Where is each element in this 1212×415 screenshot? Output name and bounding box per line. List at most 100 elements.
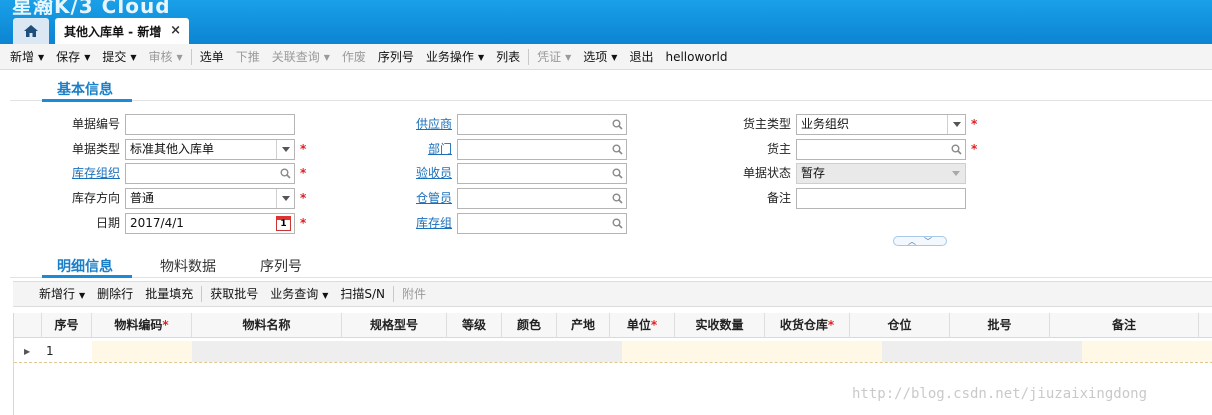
toolbar-button-8[interactable]: 序列号 <box>372 44 420 70</box>
cell-unit-qty-warehouse[interactable] <box>622 341 882 362</box>
calendar-icon[interactable]: 1 <box>276 216 291 231</box>
grid-column-header[interactable]: 仓位 <box>850 313 950 338</box>
toolbar-button-9[interactable]: 业务操作 ▼ <box>420 44 490 70</box>
owner-search-button[interactable] <box>947 140 965 159</box>
supplier-label[interactable]: 供应商 <box>342 114 452 134</box>
toolbar-button-0[interactable]: 新增 ▼ <box>4 44 50 70</box>
grid-column-header[interactable]: 收货仓库* <box>765 313 850 338</box>
toolbar-button-10[interactable]: 列表 <box>490 44 526 70</box>
grid-column-header[interactable]: 物料名称 <box>192 313 342 338</box>
chevron-down-icon: ﹀ <box>924 236 932 246</box>
acceptor-field[interactable] <box>457 163 627 184</box>
supplier-search-button[interactable] <box>608 115 626 134</box>
caret-down-icon: ▼ <box>79 291 86 300</box>
dept-label[interactable]: 部门 <box>342 139 452 159</box>
toolbar-button-14[interactable]: helloworld <box>659 44 733 70</box>
owner-type-select[interactable]: 业务组织 <box>796 114 966 135</box>
stocker-field[interactable] <box>457 188 627 209</box>
stock-org-search-button[interactable] <box>276 164 294 183</box>
chevron-up-icon: ︿ <box>908 236 916 246</box>
grid-column-header[interactable]: 颜色 <box>502 313 557 338</box>
toolbar-button-label: 关联查询 <box>271 49 320 64</box>
toolbar-separator <box>528 48 530 65</box>
stock-group-field[interactable] <box>457 213 627 234</box>
grid-column-header[interactable]: 备注 <box>1050 313 1199 338</box>
calendar-day: 1 <box>280 219 287 229</box>
date-label: 日期 <box>95 216 120 230</box>
owner-field[interactable] <box>796 139 966 160</box>
required-marker: * <box>827 318 835 332</box>
acceptor-search-button[interactable] <box>608 164 626 183</box>
row-seq: 1 <box>46 344 54 358</box>
stocker-label[interactable]: 仓管员 <box>342 188 452 208</box>
detail-toolbar-button-1[interactable]: 删除行 <box>91 281 139 307</box>
dept-field[interactable] <box>457 139 627 160</box>
cell-remark[interactable] <box>1082 341 1212 362</box>
toolbar-button-4[interactable]: 选单 <box>194 44 230 70</box>
table-row[interactable]: ▶ 1 <box>14 341 1212 363</box>
collapse-toggle[interactable]: ︿ ﹀ <box>893 236 947 246</box>
grid-column-label: 单位 <box>626 318 651 332</box>
stock-org-field[interactable] <box>125 163 295 184</box>
detail-toolbar-button-label: 批量填充 <box>145 287 194 301</box>
status-select: 暂存 <box>796 163 966 184</box>
cell-material-code[interactable] <box>92 341 192 362</box>
stock-group-search-button[interactable] <box>608 214 626 233</box>
toolbar-button-6[interactable]: 关联查询 ▼ <box>266 44 336 70</box>
remark-field[interactable] <box>796 188 966 209</box>
grid-column-header[interactable]: 规格型号 <box>342 313 447 338</box>
tab-basic-info[interactable]: 基本信息 <box>57 79 113 99</box>
toolbar-button-2[interactable]: 提交 ▼ <box>96 44 142 70</box>
toolbar-button-label: 新增 <box>10 49 35 64</box>
grid-column-header[interactable]: 物料编码* <box>92 313 192 338</box>
detail-toolbar-button-5[interactable]: 扫描S/N <box>334 281 391 307</box>
date-field[interactable]: 2017/4/1 1 <box>125 213 295 234</box>
dept-search-button[interactable] <box>608 140 626 159</box>
toolbar-button-12[interactable]: 选项 ▼ <box>577 44 623 70</box>
supplier-field[interactable] <box>457 114 627 135</box>
toolbar-button-5[interactable]: 下推 <box>230 44 266 70</box>
stock-direction-label: 库存方向 <box>71 191 120 205</box>
tab-detail-info[interactable]: 明细信息 <box>57 256 113 276</box>
toolbar-button-11[interactable]: 凭证 ▼ <box>531 44 577 70</box>
detail-toolbar-button-0[interactable]: 新增行 ▼ <box>33 281 91 307</box>
bill-type-dropdown-button[interactable] <box>276 140 294 159</box>
tab-material-data[interactable]: 物料数据 <box>160 256 216 276</box>
required-marker: * <box>650 318 658 332</box>
stock-direction-select[interactable]: 普通 <box>125 188 295 209</box>
required-marker: * <box>162 318 169 332</box>
grid-column-label: 仓位 <box>887 318 912 332</box>
stocker-search-button[interactable] <box>608 189 626 208</box>
grid-column-header[interactable]: 产地 <box>557 313 610 338</box>
chevron-down-icon <box>952 171 960 176</box>
detail-toolbar-button-6[interactable]: 附件 <box>396 281 432 307</box>
detail-toolbar-button-2[interactable]: 批量填充 <box>139 281 199 307</box>
grid-column-label: 颜色 <box>516 318 541 332</box>
stock-group-label[interactable]: 库存组 <box>342 213 452 233</box>
stock-org-label[interactable]: 库存组织 <box>10 163 120 183</box>
tab-detail-info-underline <box>42 275 132 278</box>
search-icon <box>612 168 623 179</box>
grid-column-header[interactable]: 实收数量 <box>675 313 765 338</box>
close-tab-icon[interactable]: × <box>170 23 181 38</box>
toolbar-button-7[interactable]: 作废 <box>336 44 372 70</box>
grid-column-label: 批号 <box>987 318 1012 332</box>
detail-toolbar-button-4[interactable]: 业务查询 ▼ <box>264 281 334 307</box>
bill-no-field[interactable] <box>125 114 295 135</box>
grid-column-header[interactable]: 批号 <box>950 313 1050 338</box>
toolbar-button-13[interactable]: 退出 <box>623 44 659 70</box>
detail-toolbar-button-3[interactable]: 获取批号 <box>204 281 264 307</box>
toolbar-button-3[interactable]: 审核 ▼ <box>143 44 189 70</box>
owner-type-dropdown-button[interactable] <box>947 115 965 134</box>
home-tab[interactable] <box>13 18 49 44</box>
grid-column-header[interactable]: 序号 <box>42 313 92 338</box>
toolbar-button-1[interactable]: 保存 ▼ <box>50 44 96 70</box>
tab-serial-number[interactable]: 序列号 <box>260 256 302 276</box>
grid-column-header[interactable]: 单位* <box>610 313 675 338</box>
document-tab[interactable]: 其他入库单 - 新增 × <box>55 18 189 44</box>
acceptor-label[interactable]: 验收员 <box>342 163 452 183</box>
stock-direction-dropdown-button[interactable] <box>276 189 294 208</box>
grid-column-header[interactable]: 等级 <box>447 313 502 338</box>
bill-type-select[interactable]: 标准其他入库单 <box>125 139 295 160</box>
grid-column-label: 物料名称 <box>242 318 291 332</box>
